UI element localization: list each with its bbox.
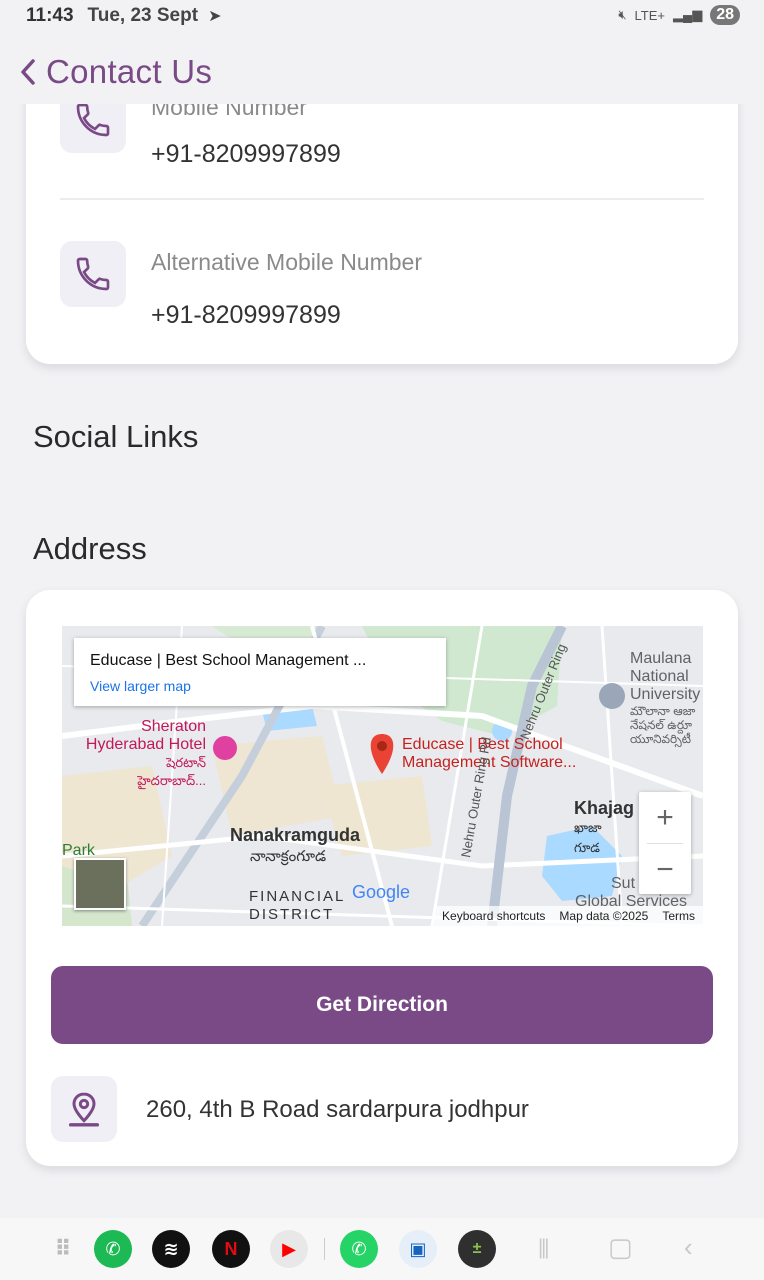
battery-level: 28 [710, 5, 740, 25]
contact-icon-box [60, 241, 126, 307]
map-place-line: Maulana [630, 650, 692, 667]
map-place-khajaguda: Khajag ఖాజా గూడ [574, 798, 634, 858]
contact-value[interactable]: +91-8209997899 [151, 301, 341, 330]
map-place-sheraton: Sheraton Hyderabad Hotel షెరటాన్ హైదరాబా… [72, 718, 206, 790]
status-time: 11:43 [26, 5, 74, 26]
telegram-icon: ➤ [208, 8, 222, 25]
embedded-map[interactable]: Educase | Best School Management ... Vie… [62, 626, 703, 926]
map-place-line: నానాక్రంగూడ [250, 848, 327, 865]
map-data-text: Map data ©2025 [559, 909, 649, 923]
phone-icon [76, 257, 110, 291]
network-label: LTE+ [634, 7, 665, 23]
map-zoom-controls: + − [639, 792, 691, 894]
phone-app-icon[interactable]: ✆ [94, 1230, 132, 1268]
spotify-icon[interactable]: ≋ [152, 1230, 190, 1268]
view-larger-map-link[interactable]: View larger map [90, 678, 430, 694]
map-place-line: National [630, 668, 689, 685]
page-title: Contact Us [46, 53, 213, 90]
get-direction-button[interactable]: Get Direction [51, 966, 713, 1044]
address-text: 260, 4th B Road sardarpura jodhpur [146, 1096, 529, 1123]
status-date: Tue, 23 Sept [87, 5, 199, 26]
recents-icon[interactable]: ⦀ [538, 1234, 549, 1266]
map-info-card: Educase | Best School Management ... Vie… [74, 638, 446, 706]
map-place-line: University [630, 686, 701, 703]
mute-icon: 🔇︎ [618, 7, 627, 22]
map-place-nanakramguda: Nanakramguda నానాక్రంగూడ [230, 824, 360, 868]
map-place-line: ఖాజా గూడ [574, 820, 602, 855]
back-icon[interactable]: ‹ [684, 1232, 693, 1263]
map-footer: Keyboard shortcuts Map data ©2025 Terms [434, 906, 703, 926]
status-icons: 🔇︎ LTE+ ▂▄▆ 28 [618, 5, 740, 25]
map-place-financial-district: FINANCIAL DISTRICT [249, 888, 345, 924]
whatsapp-icon[interactable]: ✆ [340, 1230, 378, 1268]
signal-icon: ▂▄▆ [672, 7, 703, 22]
map-info-title: Educase | Best School Management ... [90, 652, 367, 669]
map-place-maulana: Maulana National University మౌలానా ఆజా న… [630, 650, 700, 746]
youtube-icon[interactable]: ▶ [270, 1230, 308, 1268]
location-pin-icon [69, 1092, 100, 1127]
divider [60, 198, 704, 200]
status-bar: 11:43 Tue, 23 Sept ➤ 🔇︎ LTE+ ▂▄▆ 28 [0, 0, 764, 32]
map-place-line: షెరటాన్ హైదరాబాద్... [137, 755, 206, 788]
home-icon[interactable]: ▢ [608, 1232, 633, 1263]
social-links-heading: Social Links [33, 419, 199, 454]
map-place-line: Sheraton [141, 718, 206, 735]
google-logo: Google [352, 882, 411, 902]
zoom-out-button[interactable]: − [639, 844, 691, 895]
chevron-left-icon [21, 59, 35, 85]
back-button[interactable] [16, 57, 40, 87]
dock-divider [324, 1238, 325, 1260]
address-card: Educase | Best School Management ... Vie… [26, 590, 738, 1166]
transit-icon[interactable]: ▣ [399, 1230, 437, 1268]
satellite-toggle-button[interactable] [74, 858, 126, 910]
address-heading: Address [33, 531, 147, 566]
keyboard-shortcuts-link[interactable]: Keyboard shortcuts [442, 909, 545, 923]
zoom-in-button[interactable]: + [639, 792, 691, 843]
map-place-line: మౌలానా ఆజా నేషనల్ ఉర్దూ యూనివర్సిటీ [630, 704, 696, 746]
netflix-icon[interactable]: N [212, 1230, 250, 1268]
contact-numbers-card: Mobile Number +91-8209997899 Alternative… [26, 60, 738, 364]
address-icon-box [51, 1076, 117, 1142]
map-place-line: Hyderabad Hotel [85, 736, 206, 753]
map-place-line: DISTRICT [249, 906, 335, 923]
map-place-line: FINANCIAL [249, 888, 346, 905]
bottom-dock: ⠿ ✆ ≋ N ▶ ✆ ▣ ± ⦀ ▢ ‹ [0, 1218, 764, 1280]
map-place-line: Nanakramguda [230, 825, 361, 845]
contact-value[interactable]: +91-8209997899 [151, 140, 341, 169]
phone-icon [76, 103, 110, 137]
calculator-icon[interactable]: ± [458, 1230, 496, 1268]
app-header: Contact Us [0, 40, 764, 104]
contact-label: Alternative Mobile Number [151, 249, 423, 275]
grid-icon[interactable]: ⠿ [44, 1230, 82, 1268]
map-place-line: Khajag [574, 798, 635, 818]
terms-link[interactable]: Terms [662, 909, 695, 923]
